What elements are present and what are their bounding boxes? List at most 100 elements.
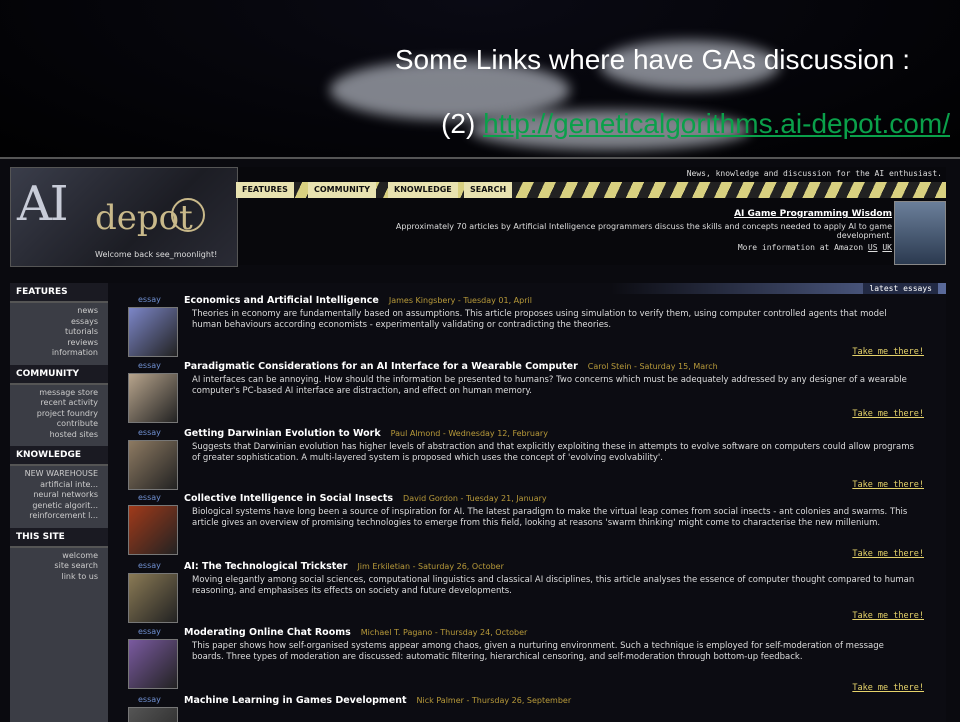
essay-tag: essay [138, 695, 161, 704]
essay-title-text[interactable]: Moderating Online Chat Rooms [184, 627, 351, 638]
essay-author: Paul Almond - Wednesday 12, February [390, 429, 548, 438]
sidebar-item[interactable]: artificial inte... [10, 480, 98, 491]
promo-block: AI Game Programming Wisdom Approximately… [240, 203, 892, 263]
essay-thumbnail[interactable] [128, 505, 178, 555]
sidebar-heading: KNOWLEDGE [10, 446, 108, 466]
essay-thumbnail[interactable] [128, 440, 178, 490]
essay-summary: Suggests that Darwinian evolution has hi… [192, 442, 914, 463]
essay-item: essay Machine Learning in Games Developme… [128, 695, 938, 722]
sidebar-item[interactable]: project foundry [10, 409, 98, 420]
site-header: AI depot Welcome back see_moonlight! New… [10, 167, 946, 267]
essay-thumbnail[interactable] [128, 639, 178, 689]
sidebar-item[interactable]: NEW WAREHOUSE [10, 469, 98, 480]
essay-tag: essay [138, 295, 161, 304]
latest-essays-bar: latest essays [108, 283, 946, 294]
essay-summary: This paper shows how self-organised syst… [192, 641, 884, 662]
essay-summary: Moving elegantly among social sciences, … [192, 575, 915, 596]
essay-title[interactable]: Machine Learning in Games Development Nic… [184, 695, 571, 706]
essay-author: Michael T. Pagano - Thursday 24, October [360, 628, 528, 637]
essay-author: Nick Palmer - Thursday 26, September [416, 696, 572, 705]
essay-tag: essay [138, 428, 161, 437]
sidebar-item[interactable]: contribute [10, 419, 98, 430]
essay-summary: Theories in economy are fundamentally ba… [192, 309, 887, 330]
sidebar-heading: FEATURES [10, 283, 108, 303]
link-prefix: (2) [441, 108, 476, 139]
essay-title-text[interactable]: Getting Darwinian Evolution to Work [184, 428, 381, 439]
essay-title-text[interactable]: AI: The Technological Trickster [184, 561, 347, 572]
essay-title-text[interactable]: Collective Intelligence in Social Insect… [184, 493, 393, 504]
essay-thumbnail[interactable] [128, 573, 178, 623]
amazon-us-link[interactable]: US [868, 243, 878, 252]
sidebar-item[interactable]: link to us [10, 572, 98, 583]
essay-thumbnail[interactable] [128, 307, 178, 357]
promo-more: More information at Amazon US UK [240, 243, 892, 252]
sidebar-section: message store recent activity project foun… [10, 385, 108, 447]
sidebar-item[interactable]: genetic algorit... [10, 501, 98, 512]
take-me-there-link[interactable]: Take me there! [852, 480, 924, 490]
essay-summary: Biological systems have long been a sour… [192, 507, 908, 528]
essay-title[interactable]: Economics and Artificial Intelligence Jam… [184, 295, 532, 306]
nav-search[interactable]: SEARCH [464, 182, 513, 198]
site-tagline: News, knowledge and discussion for the A… [686, 169, 942, 178]
essay-item: essay Paradigmatic Considerations for an … [128, 361, 938, 423]
essay-title[interactable]: Moderating Online Chat Rooms Michael T. P… [184, 627, 527, 638]
nav-features[interactable]: FEATURES [236, 182, 294, 198]
sidebar-item[interactable]: reviews [10, 338, 98, 349]
sidebar-item[interactable]: message store [10, 388, 98, 399]
essay-item: essay Getting Darwinian Evolution to Work… [128, 428, 938, 490]
website-screenshot: AI depot Welcome back see_moonlight! New… [0, 157, 960, 722]
sidebar-section: news essays tutorials reviews information [10, 303, 108, 365]
sidebar-item[interactable]: recent activity [10, 398, 98, 409]
take-me-there-link[interactable]: Take me there! [852, 683, 924, 693]
latest-essays-label: latest essays [863, 283, 938, 294]
essay-title[interactable]: Paradigmatic Considerations for an AI In… [184, 361, 718, 372]
book-cover-image[interactable] [894, 201, 946, 265]
essay-summary: AI interfaces can be annoying. How shoul… [192, 375, 907, 396]
take-me-there-link[interactable]: Take me there! [852, 611, 924, 621]
essay-author: Jim Erkiletian - Saturday 26, October [357, 562, 504, 571]
essay-item: essay Collective Intelligence in Social I… [128, 493, 938, 559]
take-me-there-link[interactable]: Take me there! [852, 409, 924, 419]
essay-list: latest essays essay Economics and Artific… [108, 283, 946, 722]
main-nav: FEATURES COMMUNITY KNOWLEDGE SEARCH [236, 182, 946, 198]
promo-more-prefix: More information at Amazon [737, 243, 864, 252]
essay-title[interactable]: Collective Intelligence in Social Insect… [184, 493, 547, 504]
logo-ai-text: AI [17, 176, 69, 232]
essay-title[interactable]: Getting Darwinian Evolution to Work Paul … [184, 428, 548, 439]
promo-text: Approximately 70 articles by Artificial … [395, 222, 892, 240]
sidebar: FEATURES news essays tutorials reviews inform… [10, 283, 108, 722]
essay-author: Carol Stein - Saturday 15, March [587, 362, 718, 371]
essay-tag: essay [138, 493, 161, 502]
sidebar-item[interactable]: site search [10, 561, 98, 572]
essay-title-text[interactable]: Paradigmatic Considerations for an AI In… [184, 361, 578, 372]
sidebar-heading: THIS SITE [10, 527, 108, 548]
essay-title-text[interactable]: Machine Learning in Games Development [184, 695, 407, 706]
sidebar-section: NEW WAREHOUSE artificial inte... neural ne… [10, 466, 108, 528]
promo-title[interactable]: AI Game Programming Wisdom [240, 209, 892, 219]
essay-tag: essay [138, 361, 161, 370]
essay-tag: essay [138, 627, 161, 636]
ai-depot-logo[interactable]: AI depot Welcome back see_moonlight! [10, 167, 238, 267]
sidebar-section: welcome site search link to us [10, 548, 108, 589]
sidebar-heading: COMMUNITY [10, 364, 108, 385]
sidebar-item[interactable]: tutorials [10, 327, 98, 338]
essay-thumbnail[interactable] [128, 373, 178, 423]
amazon-uk-link[interactable]: UK [882, 243, 892, 252]
take-me-there-link[interactable]: Take me there! [852, 347, 924, 357]
slide-link-row: (2) http://geneticalgorithms.ai-depot.co… [0, 108, 950, 140]
essay-item: essay Moderating Online Chat Rooms Michael… [128, 627, 938, 693]
sidebar-item[interactable]: hosted sites [10, 430, 98, 441]
sidebar-item[interactable]: neural networks [10, 490, 98, 501]
genetic-algorithms-link[interactable]: http://geneticalgorithms.ai-depot.com/ [483, 108, 950, 139]
nav-community[interactable]: COMMUNITY [308, 182, 377, 198]
sidebar-item[interactable]: welcome [10, 551, 98, 562]
sidebar-item[interactable]: reinforcement l... [10, 511, 98, 522]
essay-title-text[interactable]: Economics and Artificial Intelligence [184, 295, 379, 306]
essay-title[interactable]: AI: The Technological Trickster Jim Erkil… [184, 561, 504, 572]
sidebar-item[interactable]: essays [10, 317, 98, 328]
welcome-message: Welcome back see_moonlight! [95, 250, 218, 259]
nav-knowledge[interactable]: KNOWLEDGE [388, 182, 458, 198]
sidebar-item[interactable]: news [10, 306, 98, 317]
take-me-there-link[interactable]: Take me there! [852, 549, 924, 559]
sidebar-item[interactable]: information [10, 348, 98, 359]
